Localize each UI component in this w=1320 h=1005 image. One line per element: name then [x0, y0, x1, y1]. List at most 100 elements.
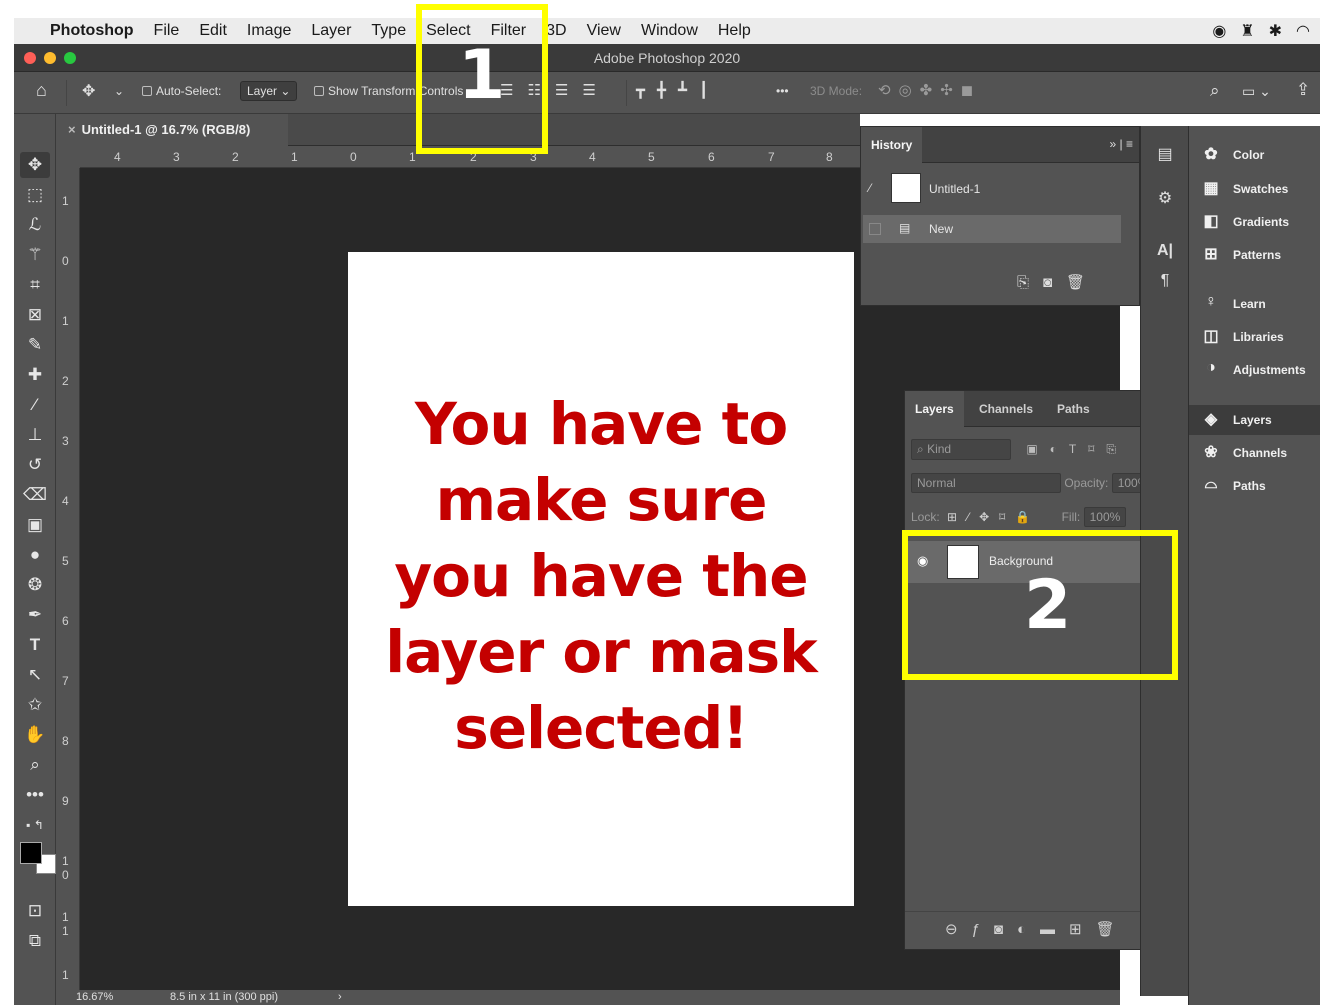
- dock-item-channels[interactable]: ❀ Channels: [1189, 438, 1320, 468]
- document-tab[interactable]: × Untitled-1 @ 16.7% (RGB/8): [56, 114, 288, 146]
- healing-brush-icon[interactable]: ✚: [20, 362, 50, 388]
- dock-item-color[interactable]: ✿ Color: [1189, 140, 1320, 170]
- dodge-tool-icon[interactable]: ❂: [20, 572, 50, 598]
- dock-item-swatches[interactable]: ▦ Swatches: [1189, 174, 1320, 204]
- menu-file[interactable]: File: [144, 22, 190, 40]
- tab-paths[interactable]: Paths: [1047, 391, 1100, 427]
- menu-app[interactable]: Photoshop: [42, 22, 144, 40]
- swap-colors-icon[interactable]: ▪ ↰: [20, 812, 50, 838]
- swatches-icon: ▦: [1203, 180, 1219, 197]
- hand-tool-icon[interactable]: ✋: [20, 722, 50, 748]
- history-actions-icons[interactable]: ⎘◙🗑: [1017, 273, 1099, 291]
- close-tab-icon[interactable]: ×: [68, 122, 76, 137]
- tab-channels[interactable]: Channels: [969, 391, 1043, 427]
- ruler-label: 4: [62, 494, 69, 508]
- move-tool-icon[interactable]: ✥: [20, 152, 50, 178]
- quick-mask-icon[interactable]: ⊡: [20, 898, 50, 924]
- bluetooth-icon[interactable]: ✱: [1269, 21, 1282, 41]
- marquee-tool-icon[interactable]: ⬚: [20, 182, 50, 208]
- window-title: Adobe Photoshop 2020: [593, 50, 741, 66]
- foreground-color-swatch[interactable]: [20, 842, 42, 864]
- blend-mode-dropdown[interactable]: Normal: [911, 473, 1061, 493]
- menu-type[interactable]: Type: [361, 22, 416, 40]
- canvas-text: You have to make sure you have the layer…: [385, 390, 818, 762]
- dock-item-label: Adjustments: [1233, 363, 1306, 377]
- properties-icon[interactable]: ⚙: [1151, 188, 1179, 212]
- auto-select-dropdown[interactable]: Layer ⌄: [240, 81, 298, 101]
- character-icon[interactable]: A|: [1151, 242, 1179, 266]
- wifi-icon[interactable]: ◠: [1296, 21, 1310, 41]
- dock-item-layers[interactable]: ◈ Layers: [1189, 405, 1320, 435]
- history-step-checkbox[interactable]: [869, 223, 881, 235]
- magic-wand-icon[interactable]: ⚚: [20, 242, 50, 268]
- dock-item-gradients[interactable]: ◧ Gradients: [1189, 207, 1320, 237]
- pen-tool-icon[interactable]: ✒: [20, 602, 50, 628]
- fill-field[interactable]: 100%: [1083, 507, 1127, 527]
- shape-tool-icon[interactable]: ✩: [20, 692, 50, 718]
- ruler-label: 5: [62, 554, 69, 568]
- type-tool-icon[interactable]: T: [20, 632, 50, 658]
- auto-select-checkbox[interactable]: [142, 86, 152, 96]
- history-snapshot[interactable]: ⁄ Untitled-1: [863, 169, 1121, 209]
- lasso-tool-icon[interactable]: ℒ: [20, 212, 50, 238]
- menu-layer[interactable]: Layer: [301, 22, 361, 40]
- eyedropper-icon[interactable]: ✎: [20, 332, 50, 358]
- dock-item-libraries[interactable]: ◫ Libraries: [1189, 322, 1320, 352]
- zoom-level[interactable]: 16.67%: [76, 991, 113, 1003]
- binoculars-icon[interactable]: ♜: [1240, 21, 1254, 41]
- more-options-button[interactable]: •••: [776, 84, 789, 98]
- eraser-tool-icon[interactable]: ⌫: [20, 482, 50, 508]
- vertical-ruler[interactable]: 1 0 1 2 3 4 5 6 7 8 9 1 0 1 1 1: [56, 168, 80, 990]
- ruler-label: 1: [409, 150, 416, 164]
- dock-item-learn[interactable]: ♀ Learn: [1189, 289, 1320, 319]
- auto-select-label: Auto-Select:: [156, 84, 222, 98]
- gradient-tool-icon[interactable]: ▣: [20, 512, 50, 538]
- distribute-icons[interactable]: ┳╋┻┃: [636, 81, 720, 99]
- screen-mode-icon[interactable]: ⧉: [20, 928, 50, 954]
- layer-actions-icons[interactable]: ⊖ƒ◙◐▬⊞🗑: [945, 920, 1129, 938]
- zoom-tool-icon[interactable]: ⌕: [20, 752, 50, 778]
- menu-window[interactable]: Window: [631, 22, 708, 40]
- stamp-tool-icon[interactable]: ⊥: [20, 422, 50, 448]
- menu-help[interactable]: Help: [708, 22, 761, 40]
- history-step[interactable]: ▤ New: [863, 215, 1121, 243]
- blur-tool-icon[interactable]: ●: [20, 542, 50, 568]
- share-icon[interactable]: ⇪: [1296, 80, 1310, 100]
- dock-item-label: Paths: [1233, 479, 1266, 493]
- ruler-corner: [56, 146, 80, 168]
- ruler-label: 6: [708, 150, 715, 164]
- dock-item-adjustments[interactable]: ◑ Adjustments: [1189, 355, 1320, 385]
- history-brush-source-icon[interactable]: ⁄: [869, 181, 871, 195]
- tab-layers[interactable]: Layers: [905, 391, 964, 427]
- status-circle-icon[interactable]: ◉: [1212, 21, 1226, 41]
- lock-icons[interactable]: ⊞⁄✥⌑🔒: [947, 510, 1040, 524]
- show-transform-checkbox[interactable]: [314, 86, 324, 96]
- blend-mode-value: Normal: [917, 476, 956, 490]
- menu-edit[interactable]: Edit: [189, 22, 237, 40]
- chevron-down-icon[interactable]: ⌄: [114, 84, 124, 98]
- search-icon[interactable]: ⌕: [1210, 81, 1220, 101]
- histogram-icon[interactable]: ▤: [1151, 144, 1179, 168]
- menu-image[interactable]: Image: [237, 22, 301, 40]
- panel-menu-icon[interactable]: » | ≡: [1110, 137, 1133, 151]
- brush-tool-icon[interactable]: ⁄: [20, 392, 50, 418]
- path-selection-icon[interactable]: ↖: [20, 662, 50, 688]
- frame-tool-icon[interactable]: ⊠: [20, 302, 50, 328]
- document-canvas[interactable]: You have to make sure you have the layer…: [348, 252, 854, 906]
- dock-item-paths[interactable]: ⌓ Paths: [1189, 471, 1320, 501]
- move-tool-icon[interactable]: ✥: [82, 81, 95, 101]
- 3d-mode-icons[interactable]: ⟲◎✤✣◼: [878, 81, 981, 99]
- paragraph-icon[interactable]: ¶: [1151, 272, 1179, 296]
- home-icon[interactable]: ⌂: [36, 80, 47, 101]
- history-brush-icon[interactable]: ↺: [20, 452, 50, 478]
- filter-icons[interactable]: ▣◐T⌑⎘: [1026, 442, 1128, 456]
- more-tools-icon[interactable]: •••: [20, 782, 50, 808]
- tab-history[interactable]: History: [861, 127, 923, 163]
- dock-item-patterns[interactable]: ⊞ Patterns: [1189, 240, 1320, 270]
- menu-view[interactable]: View: [577, 22, 631, 40]
- workspace-icon[interactable]: ▭ ⌄: [1242, 83, 1271, 100]
- filter-kind-dropdown[interactable]: ⌕ Kind: [911, 439, 1011, 460]
- auto-select-toggle[interactable]: Auto-Select:: [142, 84, 221, 98]
- status-chevron-icon[interactable]: ›: [338, 991, 342, 1003]
- crop-tool-icon[interactable]: ⌗: [20, 272, 50, 298]
